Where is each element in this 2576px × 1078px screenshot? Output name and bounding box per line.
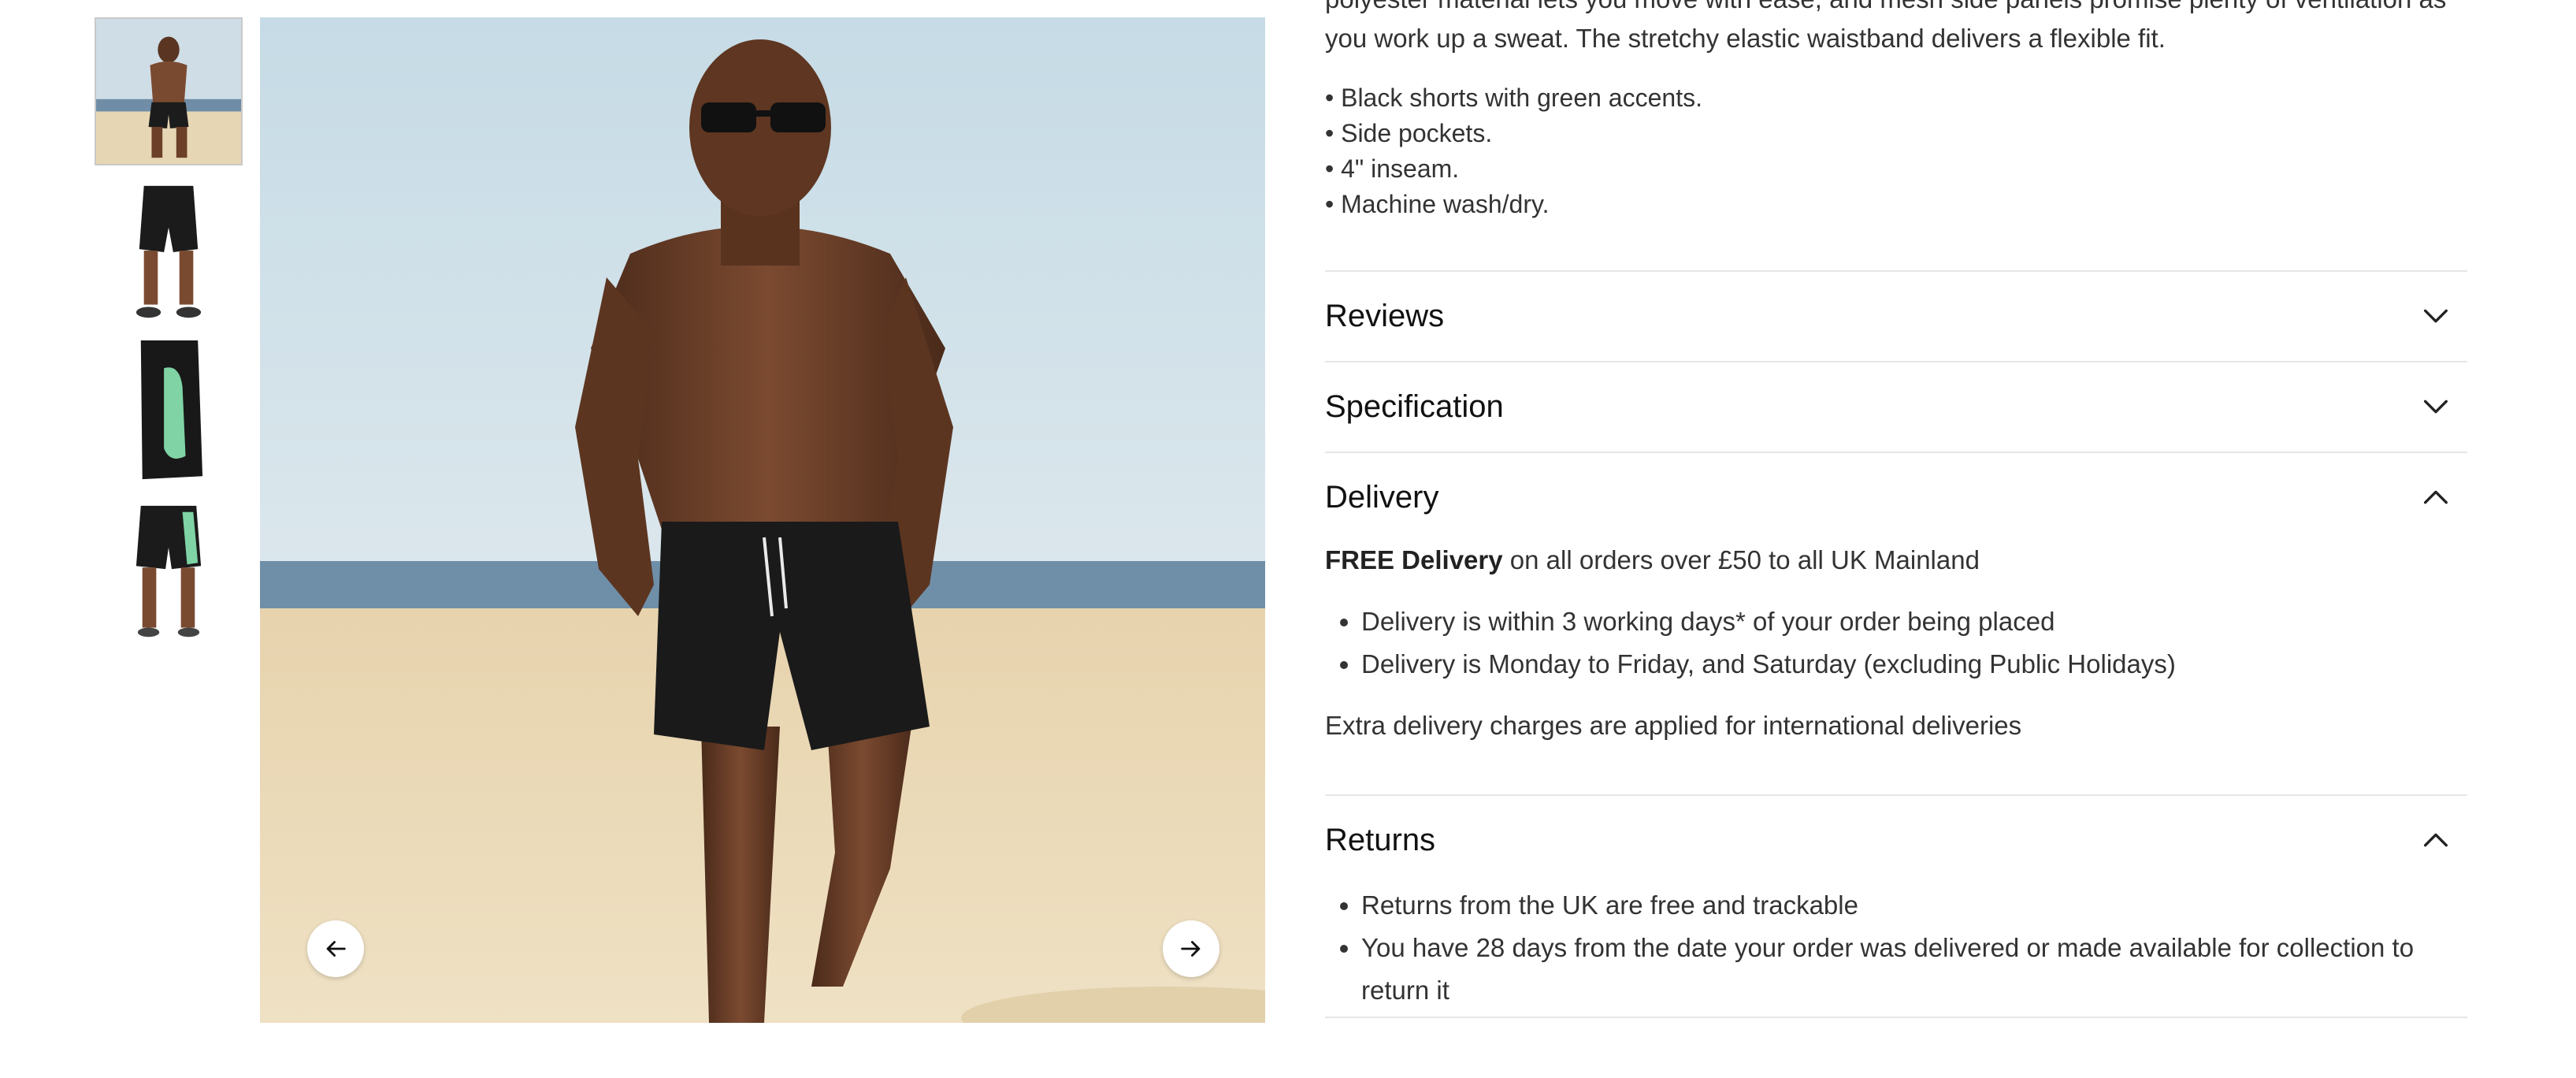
feature-item: • Machine wash/dry.	[1325, 190, 1550, 218]
previous-image-button[interactable]	[307, 920, 364, 977]
product-main-image[interactable]	[260, 17, 1265, 1023]
thumbnail-back-image	[96, 501, 241, 646]
specification-accordion-header[interactable]: Specification	[1325, 362, 2467, 451]
arrow-left-icon	[326, 941, 346, 957]
thumbnail-4[interactable]	[95, 500, 243, 648]
arrow-right-icon	[1181, 941, 1201, 957]
delivery-accordion-header[interactable]: Delivery	[1325, 453, 2467, 541]
international-delivery-text: Extra delivery charges are applied for i…	[1325, 711, 2022, 740]
feature-item: • Black shorts with green accents.	[1325, 84, 1702, 112]
feature-item: • Side pockets.	[1325, 119, 1493, 147]
returns-info-item: You have 28 days from the date your orde…	[1361, 927, 2467, 1012]
thumbnail-side-image	[96, 340, 241, 485]
next-image-button[interactable]	[1163, 920, 1219, 977]
delivery-info-item: Delivery is Monday to Friday, and Saturd…	[1361, 643, 2467, 686]
returns-info-item: Returns from the UK are free and trackab…	[1361, 884, 2467, 927]
delivery-content: FREE Delivery on all orders over £50 to …	[1325, 541, 2467, 745]
thumbnail-front-image	[96, 180, 241, 325]
feature-item: • 4" inseam.	[1325, 154, 1460, 183]
free-delivery-label: FREE Delivery	[1325, 545, 1503, 574]
thumbnail-2[interactable]	[95, 178, 243, 326]
free-delivery-detail: on all orders over £50 to all UK Mainlan…	[1502, 545, 1980, 574]
returns-title: Returns	[1325, 822, 1436, 857]
chevron-down-icon	[2424, 400, 2448, 414]
feature-list: • Black shorts with green accents. • Sid…	[1325, 80, 1702, 222]
free-delivery-text: FREE Delivery on all orders over £50 to …	[1325, 541, 2467, 580]
reviews-accordion-header[interactable]: Reviews	[1325, 272, 2467, 360]
divider	[1325, 1017, 2467, 1018]
thumbnail-1[interactable]	[95, 17, 243, 165]
delivery-title: Delivery	[1325, 479, 1439, 515]
delivery-info-list: Delivery is within 3 working days* of yo…	[1325, 600, 2467, 686]
beach-model-photo	[260, 17, 1265, 1023]
chevron-down-icon	[2424, 309, 2448, 323]
specification-title: Specification	[1325, 388, 1504, 424]
chevron-up-icon	[2424, 490, 2448, 504]
returns-info-list: Returns from the UK are free and trackab…	[1325, 884, 2467, 1012]
reviews-title: Reviews	[1325, 298, 1445, 333]
returns-accordion-header[interactable]: Returns	[1325, 796, 2467, 884]
product-description: polyester material lets you move with ea…	[1325, 0, 2446, 53]
thumbnail-list	[95, 17, 243, 660]
thumbnail-3[interactable]	[95, 339, 243, 487]
thumbnail-beach-image	[96, 19, 241, 164]
chevron-up-icon	[2424, 833, 2448, 847]
delivery-info-item: Delivery is within 3 working days* of yo…	[1361, 600, 2467, 643]
